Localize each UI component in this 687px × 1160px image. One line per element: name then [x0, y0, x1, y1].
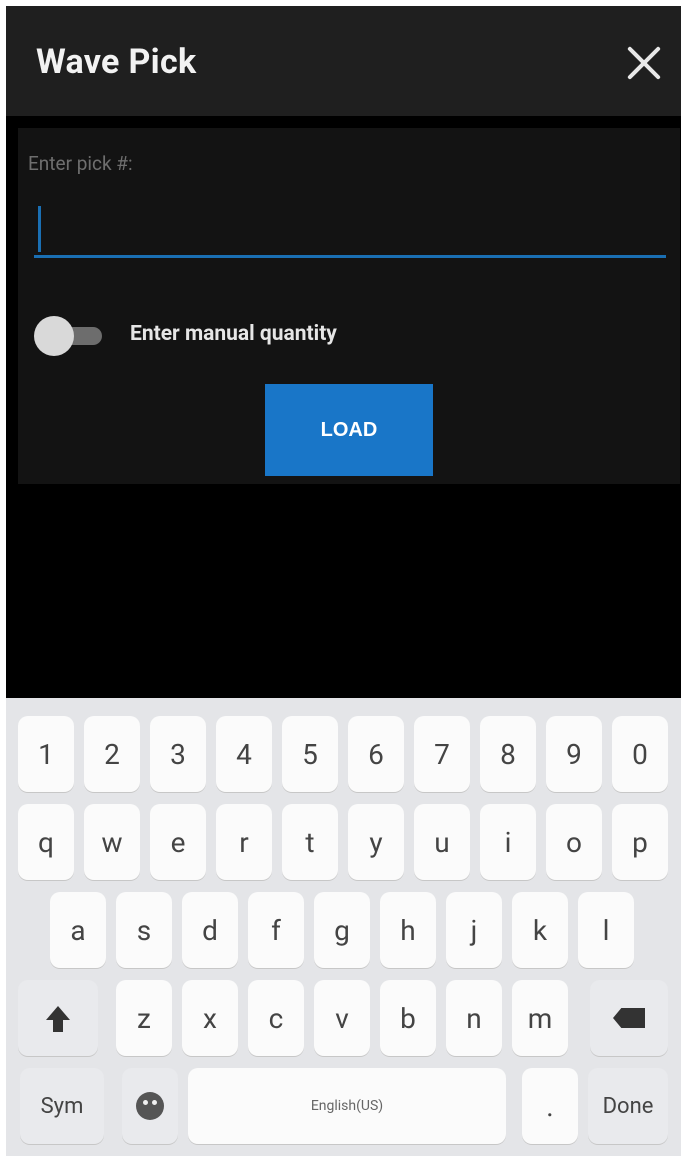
key-1[interactable]: 1 — [18, 716, 74, 792]
key-m[interactable]: m — [512, 980, 568, 1056]
emoji-key[interactable] — [122, 1068, 178, 1144]
key-0[interactable]: 0 — [612, 716, 668, 792]
key-j[interactable]: j — [446, 892, 502, 968]
space-key-label: English(US) — [310, 1098, 384, 1114]
shift-icon — [44, 1004, 72, 1032]
app-screen: Wave Pick Enter pick #: Enter manual qua… — [6, 6, 681, 1156]
key-x[interactable]: x — [182, 980, 238, 1056]
key-r[interactable]: r — [216, 804, 272, 880]
key-t[interactable]: t — [282, 804, 338, 880]
manual-quantity-label: Enter manual quantity — [130, 322, 337, 346]
key-h[interactable]: h — [380, 892, 436, 968]
load-button[interactable]: LOAD — [265, 384, 433, 476]
key-8[interactable]: 8 — [480, 716, 536, 792]
key-e[interactable]: e — [150, 804, 206, 880]
key-p[interactable]: p — [612, 804, 668, 880]
pick-number-input[interactable] — [34, 198, 666, 258]
manual-quantity-toggle[interactable] — [34, 316, 104, 356]
key-d[interactable]: d — [182, 892, 238, 968]
done-key[interactable]: Done — [588, 1068, 668, 1144]
emoji-icon — [136, 1092, 164, 1120]
key-w[interactable]: w — [84, 804, 140, 880]
key-3[interactable]: 3 — [150, 716, 206, 792]
key-4[interactable]: 4 — [216, 716, 272, 792]
key-g[interactable]: g — [314, 892, 370, 968]
key-n[interactable]: n — [446, 980, 502, 1056]
key-o[interactable]: o — [546, 804, 602, 880]
key-k[interactable]: k — [512, 892, 568, 968]
key-v[interactable]: v — [314, 980, 370, 1056]
key-9[interactable]: 9 — [546, 716, 602, 792]
backspace-key[interactable] — [590, 980, 668, 1056]
page-title: Wave Pick — [36, 42, 197, 82]
sym-key[interactable]: Sym — [20, 1068, 104, 1144]
space-key[interactable]: English(US) — [188, 1068, 506, 1144]
key-7[interactable]: 7 — [414, 716, 470, 792]
key-q[interactable]: q — [18, 804, 74, 880]
key-c[interactable]: c — [248, 980, 304, 1056]
key-y[interactable]: y — [348, 804, 404, 880]
key-s[interactable]: s — [116, 892, 172, 968]
text-cursor — [38, 206, 41, 252]
key-i[interactable]: i — [480, 804, 536, 880]
key-z[interactable]: z — [116, 980, 172, 1056]
period-key[interactable]: . — [522, 1068, 578, 1144]
soft-keyboard: 1 2 3 4 5 6 7 8 9 0 q w e r t y u i o p … — [6, 698, 681, 1156]
shift-key[interactable] — [18, 980, 98, 1056]
key-b[interactable]: b — [380, 980, 436, 1056]
toggle-thumb — [34, 316, 74, 356]
pick-number-label: Enter pick #: — [28, 152, 133, 175]
key-l[interactable]: l — [578, 892, 634, 968]
key-u[interactable]: u — [414, 804, 470, 880]
wave-pick-form: Enter pick #: Enter manual quantity LOAD — [18, 128, 680, 484]
backspace-icon — [613, 1008, 645, 1028]
title-bar: Wave Pick — [6, 6, 681, 116]
key-2[interactable]: 2 — [84, 716, 140, 792]
close-icon[interactable] — [625, 44, 663, 82]
key-a[interactable]: a — [50, 892, 106, 968]
key-6[interactable]: 6 — [348, 716, 404, 792]
key-f[interactable]: f — [248, 892, 304, 968]
key-5[interactable]: 5 — [282, 716, 338, 792]
